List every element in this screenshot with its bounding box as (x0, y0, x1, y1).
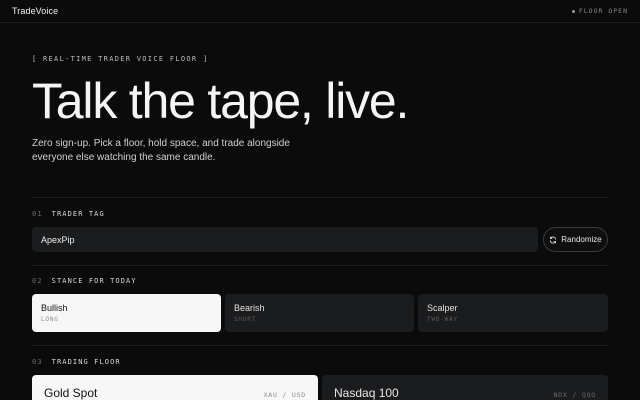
section-number: 03 (32, 358, 43, 366)
randomize-label: Randomize (561, 235, 602, 244)
hero-eyebrow: [ REAL-TIME TRADER VOICE FLOOR ] (32, 55, 209, 63)
section-label-trader-tag: 01 TRADER TAG (32, 210, 105, 218)
floor-option-nasdaq-100[interactable]: Nasdaq 100 NDX / QQQ (322, 375, 608, 400)
hero-lede: Zero sign-up. Pick a floor, hold space, … (32, 138, 290, 163)
section-number: 01 (32, 210, 43, 218)
section-number: 02 (32, 277, 43, 285)
stance-title: Scalper (427, 303, 458, 313)
stance-option-scalper[interactable]: Scalper TWO-WAY (418, 294, 608, 332)
refresh-icon (550, 236, 557, 243)
floor-pair: XAU / USD (263, 391, 306, 399)
floor-name: Nasdaq 100 (334, 386, 399, 400)
page-title: Talk the tape, live. (32, 73, 409, 129)
section-label-stance: 02 STANCE FOR TODAY (32, 277, 137, 285)
stance-title: Bearish (234, 303, 265, 313)
divider (32, 197, 608, 198)
stance-title: Bullish (41, 303, 68, 313)
floor-status: FLOOR OPEN (571, 7, 628, 15)
section-title: TRADER TAG (51, 210, 105, 218)
trader-tag-input[interactable] (32, 227, 538, 252)
floor-pair: NDX / QQQ (553, 391, 596, 399)
divider (32, 345, 608, 346)
stance-subtitle: TWO-WAY (427, 316, 458, 323)
stance-option-bearish[interactable]: Bearish SHORT (225, 294, 414, 332)
status-dot-icon (571, 9, 575, 13)
stance-option-bullish[interactable]: Bullish LONG (32, 294, 221, 332)
section-label-trading-floor: 03 TRADING FLOOR (32, 358, 121, 366)
section-title: TRADING FLOOR (51, 358, 121, 366)
randomize-button[interactable]: Randomize (543, 227, 608, 252)
top-bar: TradeVoice FLOOR OPEN (0, 0, 640, 23)
floor-option-gold-spot[interactable]: Gold Spot XAU / USD (32, 375, 318, 400)
stance-subtitle: SHORT (234, 316, 257, 323)
divider (32, 265, 608, 266)
floor-name: Gold Spot (44, 386, 98, 400)
section-title: STANCE FOR TODAY (51, 277, 137, 285)
floor-status-label: FLOOR OPEN (578, 7, 628, 15)
stance-subtitle: LONG (41, 316, 59, 323)
brand-name: TradeVoice (12, 6, 59, 16)
